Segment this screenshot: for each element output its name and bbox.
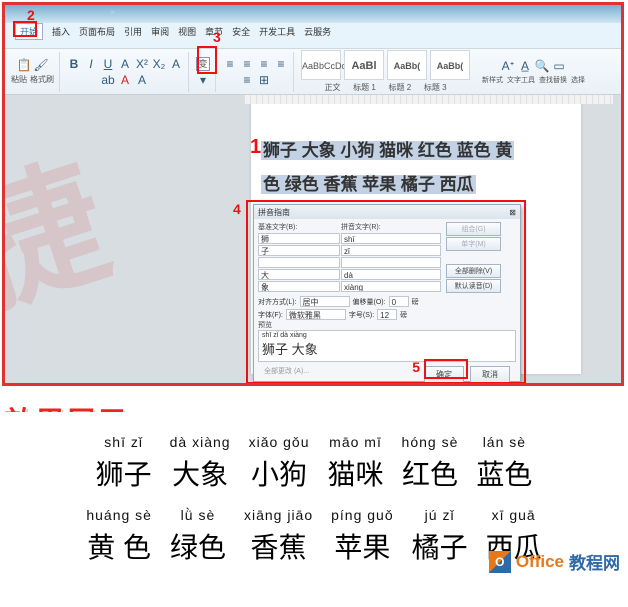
sl3: 标题 2 (389, 82, 412, 93)
al-c-btn[interactable]: ≡ (240, 57, 254, 71)
selected-line1[interactable]: 狮子 大象 小狗 猫咪 红色 蓝色 黄 (261, 141, 514, 160)
group-right: Aᐩ A̲ 🔍 ▭ 新样式 文字工具 查找替换 选择 (482, 52, 590, 92)
credit-b: 教程网 (569, 549, 620, 574)
sup-btn[interactable]: X² (135, 57, 149, 71)
result-word: huáng sè黄 色 (86, 507, 152, 566)
bd-btn[interactable]: ⊞ (257, 73, 271, 87)
result-word: lǜ sè绿色 (170, 507, 226, 566)
italic-btn[interactable]: I (84, 57, 98, 71)
document-page: 1 狮子 大象 小狗 猫咪 红色 蓝色 黄 色 绿色 香蕉 苹果 橘子 西瓜 4… (251, 104, 581, 374)
texttool-icon[interactable]: A̲ (518, 59, 532, 73)
doc-canvas: 捷 1 狮子 大象 小狗 猫咪 红色 蓝色 黄 色 绿色 香蕉 苹果 橘子 西瓜… (5, 95, 621, 383)
ls-btn[interactable]: ≡ (240, 73, 254, 87)
newstyle-icon[interactable]: Aᐩ (501, 59, 515, 73)
tab-security[interactable]: 安全 (232, 25, 250, 38)
highlight-btn[interactable]: ab (101, 73, 115, 87)
al-l-btn[interactable]: ≡ (223, 57, 237, 71)
fmt-icon[interactable]: 🖌 (34, 58, 48, 72)
tab-review[interactable]: 审阅 (151, 25, 169, 38)
tab-ref[interactable]: 引用 (124, 25, 142, 38)
result-word: jú zǐ橘子 (412, 507, 468, 566)
al-r-btn[interactable]: ≡ (257, 57, 271, 71)
tab-row[interactable]: 开始 插入 页面布局 引用 审阅 视图 章节 安全 开发工具 云服务 (5, 23, 331, 40)
result-word: xiǎo gǒu小狗 (249, 434, 310, 493)
redbox-3 (197, 46, 217, 74)
redbox-4 (246, 200, 526, 383)
credit: O Office教程网 (489, 549, 620, 574)
redbox-2 (13, 21, 37, 37)
result-panel: shī zǐ狮子 dà xiàng大象 xiǎo gǒu小狗 māo mī猫咪 … (0, 412, 628, 580)
font-a2-btn[interactable]: A (169, 57, 183, 71)
result-word: shī zǐ狮子 (96, 434, 152, 493)
group-para: ≡ ≡ ≡ ≡ ≡ ⊞ (223, 52, 294, 92)
paste-label: 粘贴 (11, 74, 27, 85)
style1[interactable]: AaBbCcDc (301, 50, 341, 80)
watermark: 捷 (5, 108, 132, 345)
tab-layout[interactable]: 页面布局 (79, 25, 115, 38)
underline-btn[interactable]: U (101, 57, 115, 71)
credit-icon: O (489, 551, 511, 573)
result-line-1: shī zǐ狮子 dà xiàng大象 xiǎo gǒu小狗 māo mī猫咪 … (0, 434, 628, 493)
sub-btn[interactable]: X₂ (152, 57, 166, 71)
tab-insert[interactable]: 插入 (52, 25, 70, 38)
fmt-label: 格式刷 (30, 74, 54, 85)
credit-a: Office (516, 552, 564, 572)
al-j-btn[interactable]: ≡ (274, 57, 288, 71)
result-word: píng guǒ苹果 (331, 507, 394, 566)
group-clipboard: 📋 🖌 粘贴 格式刷 (11, 52, 60, 92)
annot-1: 1 (250, 136, 261, 159)
sl1: 正文 (324, 82, 340, 93)
select-icon[interactable]: ▭ (552, 59, 566, 73)
tab-close-icon[interactable]: × (110, 7, 115, 17)
redbox-5 (424, 359, 468, 379)
result-word: māo mī猫咪 (328, 434, 384, 493)
selected-line2[interactable]: 色 绿色 香蕉 苹果 橘子 西瓜 (261, 175, 476, 194)
result-word: hóng sè红色 (402, 434, 459, 493)
asian-layout-icon[interactable]: ▾ (196, 73, 210, 87)
style2[interactable]: AaBl (344, 50, 384, 80)
font-a1-btn[interactable]: A (118, 57, 132, 71)
style3[interactable]: AaBb( (387, 50, 427, 80)
app-screenshot: 2 × 开始 插入 页面布局 引用 审阅 视图 章节 安全 开发工具 云服务 3… (2, 2, 624, 386)
bold-btn[interactable]: B (67, 57, 81, 71)
ribbon: 📋 🖌 粘贴 格式刷 B I U A X² X₂ A ab A A (5, 49, 621, 95)
group-font: B I U A X² X₂ A ab A A (67, 52, 189, 92)
tab-dev[interactable]: 开发工具 (259, 25, 295, 38)
rb4: 选择 (571, 75, 585, 85)
rb3: 查找替换 (539, 75, 567, 85)
sl2: 标题 1 (353, 82, 376, 93)
annot-4: 4 (233, 201, 241, 217)
result-word: lán sè蓝色 (476, 434, 532, 493)
result-word: dà xiàng大象 (170, 434, 231, 493)
rb1: 新样式 (482, 75, 503, 85)
ruler (245, 95, 613, 104)
annot-3: 3 (213, 29, 221, 45)
paste-icon[interactable]: 📋 (17, 58, 31, 72)
findrepl-icon[interactable]: 🔍 (535, 59, 549, 73)
sl4: 标题 3 (424, 82, 447, 93)
tab-view[interactable]: 视图 (178, 25, 196, 38)
group-styles: AaBbCcDc AaBl AaBb( AaBb( 正文 标题 1 标题 2 标… (301, 52, 475, 92)
style4[interactable]: AaBb( (430, 50, 470, 80)
result-word: xiāng jiāo香蕉 (244, 507, 313, 566)
ribbon-tabs: × 开始 插入 页面布局 引用 审阅 视图 章节 安全 开发工具 云服务 (5, 5, 621, 49)
rb2: 文字工具 (507, 75, 535, 85)
clear-btn[interactable]: A (135, 73, 149, 87)
titlebar: × (5, 5, 621, 23)
tab-cloud[interactable]: 云服务 (304, 25, 331, 38)
color-btn[interactable]: A (118, 73, 132, 87)
